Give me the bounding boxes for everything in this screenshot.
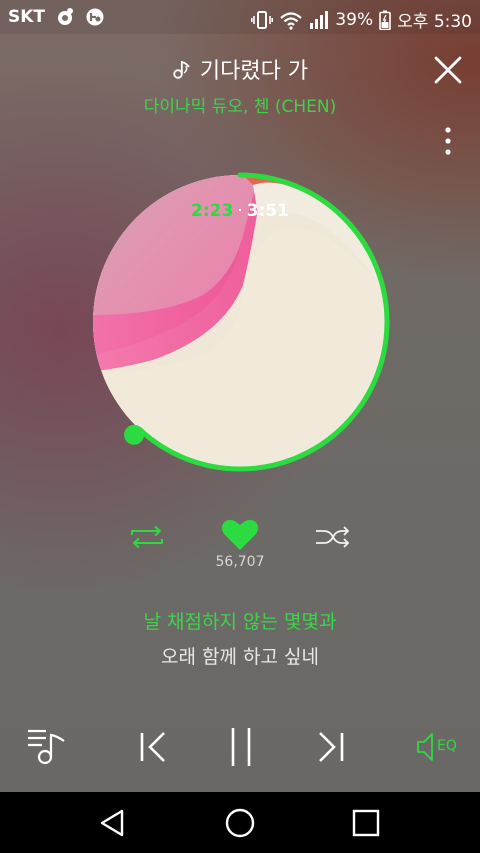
status-bar: SKT 39% 오후 5:30 <box>0 0 480 34</box>
equalizer-button[interactable]: EQ <box>414 730 460 764</box>
song-title: 기다렸다 가 <box>0 53 480 86</box>
recent-apps-button[interactable] <box>351 808 381 838</box>
shuffle-icon <box>316 526 350 548</box>
battery-percent: 39% <box>335 9 374 30</box>
wifi-icon <box>279 10 303 30</box>
player-screen: SKT 39% 오후 5:30 기다렸다 가 다이나믹 듀오, 첸 (CHEN)… <box>0 0 480 853</box>
heart-icon <box>221 519 259 550</box>
artist-name[interactable]: 다이나믹 듀오, 첸 (CHEN) <box>0 92 480 117</box>
notification-icon <box>85 7 105 27</box>
more-vertical-icon <box>445 127 451 155</box>
eq-label: EQ <box>437 738 457 754</box>
playlist-icon <box>28 729 65 765</box>
signal-icon <box>309 10 329 30</box>
like-button[interactable] <box>220 518 260 552</box>
like-count: 56,707 <box>215 554 265 570</box>
skip-next-icon <box>319 732 344 762</box>
time-separator: · <box>237 201 243 221</box>
more-options-button[interactable] <box>438 126 458 156</box>
skip-previous-icon <box>140 732 165 762</box>
close-button[interactable] <box>432 54 464 86</box>
lyric-next-line[interactable]: 오래 함께 하고 싶네 <box>0 642 480 669</box>
pause-icon <box>231 728 251 766</box>
navigation-bar <box>0 792 480 853</box>
previous-track-button[interactable] <box>138 731 168 763</box>
clock: 오후 5:30 <box>397 12 472 32</box>
time-display: 2:23 · 3:51 <box>0 201 480 221</box>
repeat-icon <box>131 525 163 549</box>
music-note-icon <box>172 58 194 86</box>
next-track-button[interactable] <box>316 731 346 763</box>
carrier-label: SKT <box>8 7 46 27</box>
repeat-button[interactable] <box>128 525 166 549</box>
lyric-current-line[interactable]: 날 채점하지 않는 몇몇과 <box>0 607 480 634</box>
elapsed-time: 2:23 <box>191 201 234 221</box>
home-button[interactable] <box>224 807 256 839</box>
home-circle-icon <box>225 808 255 838</box>
recent-apps-square-icon <box>352 809 380 837</box>
vibrate-icon <box>251 10 274 30</box>
shuffle-button[interactable] <box>314 525 352 549</box>
total-duration: 3:51 <box>246 201 289 221</box>
back-button[interactable] <box>98 808 128 838</box>
sync-icon <box>55 7 75 27</box>
progress-knob <box>124 424 145 445</box>
battery-icon <box>379 10 391 30</box>
back-triangle-icon <box>100 809 124 837</box>
playlist-button[interactable] <box>26 727 68 765</box>
song-title-text: 기다렸다 가 <box>199 59 309 84</box>
pause-button[interactable] <box>228 726 254 768</box>
close-icon <box>434 56 462 84</box>
